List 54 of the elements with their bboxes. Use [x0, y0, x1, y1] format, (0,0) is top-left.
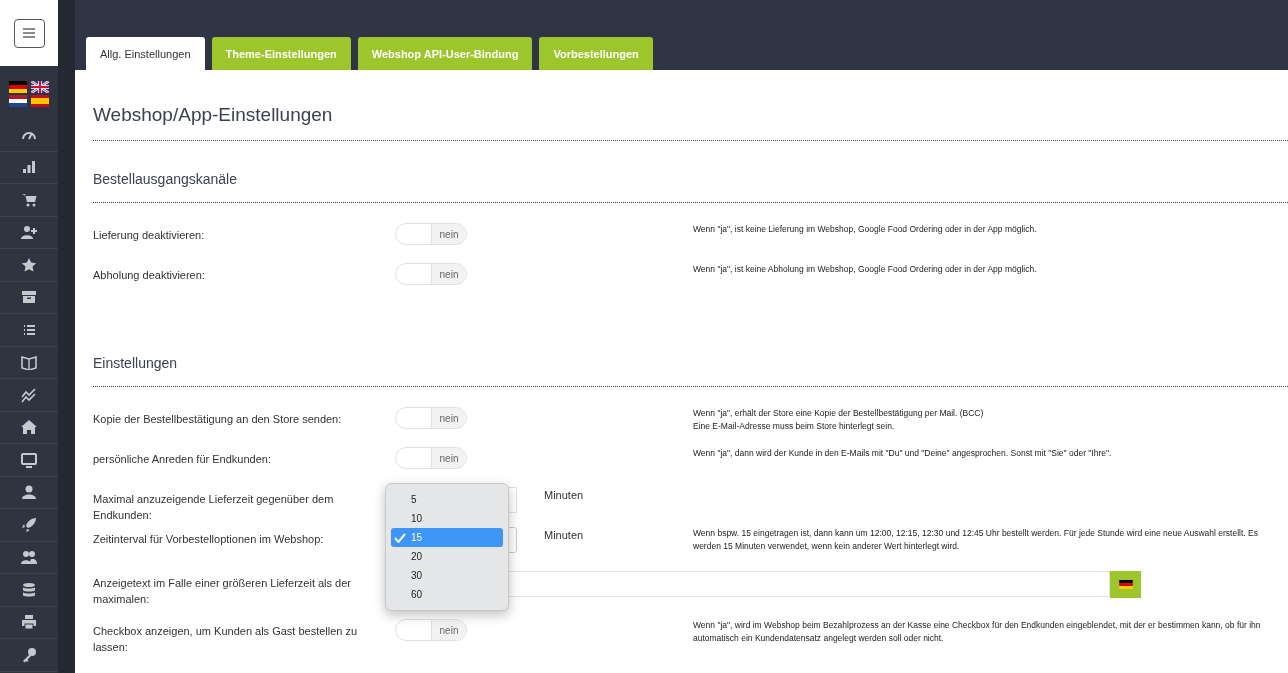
menu-icon: [22, 28, 36, 38]
help-text: Wenn "ja", wird im Webshop beim Bezahlprozess an der Kasse eine Checkbox für den Endkunden eingeblendet, mit der er bestimmen kann, ob für ihn automatisch ein Kundendatensatz angelegt werden soll oder nicht.: [693, 619, 1262, 645]
language-button[interactable]: [1110, 571, 1141, 598]
field-label: Kopie der Bestellbestätigung an den Store senden:: [93, 412, 343, 427]
unit-label: Minuten: [544, 528, 584, 541]
spanish-flag-icon: [31, 95, 49, 107]
section-heading: Bestellausgangskanäle: [93, 171, 238, 187]
users-icon: [21, 549, 37, 566]
toggle-switch[interactable]: nein: [395, 263, 467, 285]
archive-icon: [21, 289, 37, 306]
german-flag-icon: [1118, 580, 1133, 589]
cart-icon: [21, 191, 37, 208]
field-label: Lieferung deaktivieren:: [93, 228, 206, 243]
field-label: Zeitinterval für Vorbestelloptionen im Webshop:: [93, 532, 325, 547]
dutch-flag-icon: [9, 95, 27, 107]
field-label: Anzeigetext im Falle einer größeren Lieferzeit als der maximalen:: [93, 576, 352, 607]
menu-button[interactable]: [13, 18, 45, 48]
section-heading: Einstellungen: [93, 355, 179, 371]
star-icon: [21, 256, 37, 273]
user-icon: [21, 484, 37, 501]
bar-chart-icon: [21, 159, 37, 176]
monitor-icon: [21, 451, 37, 468]
line-chart-icon: [21, 386, 37, 403]
key-icon: [21, 646, 37, 663]
help-text: Eine E-Mail-Adresse muss beim Store hinterlegt sein.: [693, 420, 896, 433]
help-text: Wenn "ja", ist keine Abholung im Webshop, Google Food Ordering oder in der App möglich.: [693, 263, 1038, 276]
british-flag-icon: [31, 81, 49, 93]
help-text: Wenn bspw. 15 eingetragen ist, dann kann um 12:00, 12:15, 12:30 und 12:45 Uhr bestellt werden. Für jede Stunde wird eine neue Auswahl erstellt. Es werden 15 Minuten verwendet, wenn kein anderer Wert hinterlegt wird.: [693, 527, 1259, 553]
dropdown-option[interactable]: 20: [391, 547, 503, 566]
dropdown-option[interactable]: 5: [391, 490, 503, 509]
checkmark-icon: [394, 532, 406, 543]
dropdown-option[interactable]: 15: [391, 528, 503, 547]
rocket-icon: [21, 516, 37, 533]
toggle-switch[interactable]: nein: [395, 447, 467, 469]
field-label: Maximal anzuzeigende Lieferzeit gegenüber dem Endkunden:: [93, 492, 335, 523]
field-label: persönliche Anreden für Endkunden:: [93, 452, 272, 467]
dropdown-option[interactable]: 10: [391, 509, 503, 528]
help-text: Wenn "ja", erhält der Store eine Kopie der Bestellbestätigung per Mail. (BCC): [693, 407, 985, 420]
help-text: Wenn "ja", ist keine Lieferung im Webshop, Google Food Ordering oder in der App möglich.: [693, 223, 1038, 236]
unit-label: Minuten: [544, 488, 584, 501]
book-icon: [21, 354, 37, 371]
toggle-switch[interactable]: nein: [395, 407, 467, 429]
help-text: Wenn "ja", dann wird der Kunde in den E-Mails mit "Du" und "Deine" angesprochen. Sonst mit "Sie" oder "Ihre".: [693, 447, 1113, 460]
page-title: Webshop/App-Einstellungen: [93, 104, 334, 126]
database-icon: [21, 581, 37, 598]
home-icon: [21, 419, 37, 436]
field-label: Abholung deaktivieren:: [93, 268, 206, 283]
toggle-switch[interactable]: nein: [395, 619, 467, 641]
toggle-switch[interactable]: nein: [395, 223, 467, 245]
german-flag-icon: [9, 81, 27, 93]
field-label: Checkbox anzeigen, um Kunden als Gast bestellen zu lassen:: [93, 624, 359, 655]
user-plus-icon: [21, 224, 37, 241]
printer-icon: [21, 614, 37, 631]
tab[interactable]: Allg. Einstellungen: [86, 37, 205, 70]
